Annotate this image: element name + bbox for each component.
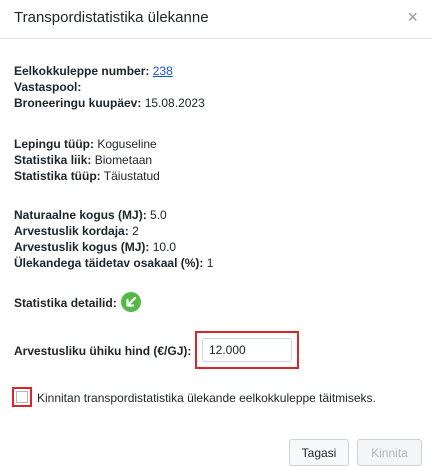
stat-kind-value: Biometaan	[94, 153, 153, 167]
back-button[interactable]: Tagasi	[289, 439, 349, 466]
stat-type-value: Täiustatud	[103, 169, 160, 183]
agreement-number-link[interactable]: 238	[153, 64, 173, 78]
confirm-checkbox-label[interactable]: Kinnitan transpordistatistika ülekande e…	[37, 391, 376, 405]
arrow-diagonal-icon[interactable]	[121, 292, 141, 312]
contract-type-label: Lepingu tüüp:	[14, 137, 94, 151]
calc-factor-value: 2	[132, 224, 139, 238]
contract-type-row: Lepingu tüüp: Koguseline	[14, 137, 157, 152]
calc-factor-label: Arvestuslik kordaja:	[14, 224, 129, 238]
stat-kind-row: Statistika liik: Biometaan	[14, 153, 152, 168]
natural-quantity-value: 5.0	[150, 208, 167, 222]
calc-factor-row: Arvestuslik kordaja: 2	[14, 224, 139, 239]
agreement-number-row: Eelkokkuleppe number: 238	[14, 64, 173, 79]
confirm-checkbox[interactable]	[16, 391, 28, 403]
booking-date-value: 15.08.2023	[144, 96, 205, 110]
stat-type-row: Statistika tüüp: Täiustatud	[14, 169, 160, 184]
counterparty-label: Vastaspool:	[14, 80, 82, 94]
calc-quantity-value: 10.0	[152, 240, 177, 254]
modal-header: Transpordistatistika ülekanne ×	[0, 0, 432, 39]
price-input[interactable]	[202, 338, 292, 362]
counterparty-row: Vastaspool:	[14, 80, 81, 95]
booking-date-label: Broneeringu kuupäev:	[14, 96, 142, 110]
contract-type-value: Koguseline	[97, 137, 157, 151]
share-value: 1	[206, 256, 214, 270]
statistics-details-row: Statistika detailid:	[14, 296, 117, 311]
share-row: Ülekandega täidetav osakaal (%): 1	[14, 256, 213, 271]
transfer-modal: Transpordistatistika ülekanne × Eelkokku…	[0, 0, 432, 466]
agreement-number-label: Eelkokkuleppe number:	[14, 64, 150, 78]
natural-quantity-label: Naturaalne kogus (MJ):	[14, 208, 147, 222]
calc-quantity-row: Arvestuslik kogus (MJ): 10.0	[14, 240, 176, 255]
modal-title: Transpordistatistika ülekanne	[14, 9, 209, 26]
statistics-details-label: Statistika detailid:	[14, 296, 117, 310]
natural-quantity-row: Naturaalne kogus (MJ): 5.0	[14, 208, 167, 223]
stat-type-label: Statistika tüüp:	[14, 169, 101, 183]
close-icon[interactable]: ×	[407, 8, 418, 26]
confirm-button[interactable]: Kinnita	[357, 439, 422, 466]
stat-kind-label: Statistika liik:	[14, 153, 92, 167]
calc-quantity-label: Arvestuslik kogus (MJ):	[14, 240, 150, 254]
arrow-glyph	[126, 296, 137, 307]
share-label: Ülekandega täidetav osakaal (%):	[14, 256, 204, 270]
booking-date-row: Broneeringu kuupäev: 15.08.2023	[14, 96, 205, 111]
price-label: Arvestusliku ühiku hind (€/GJ):	[14, 344, 192, 358]
